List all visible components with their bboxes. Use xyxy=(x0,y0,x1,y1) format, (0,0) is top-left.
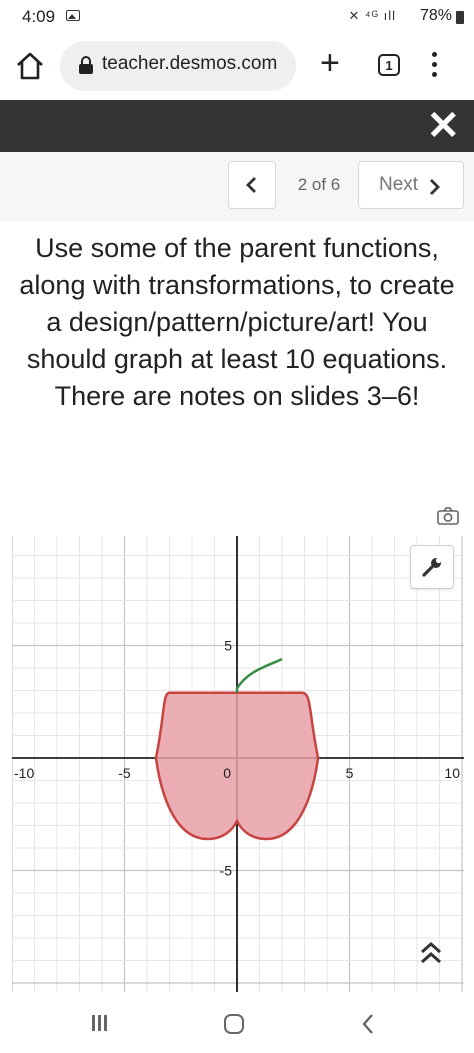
y-tick-label: -5 xyxy=(220,863,233,879)
more-menu-icon[interactable] xyxy=(432,52,438,78)
tab-count-button[interactable]: 1 xyxy=(378,54,400,76)
lock-icon xyxy=(79,56,93,74)
new-tab-plus-icon[interactable]: + xyxy=(320,46,340,80)
chevron-left-icon xyxy=(246,177,256,193)
camera-icon[interactable] xyxy=(437,507,459,525)
x-tick-label: -5 xyxy=(118,765,131,781)
page-indicator: 2 of 6 xyxy=(297,175,341,194)
network-indicators: ✕ ⁴ᴳ ıll xyxy=(348,8,396,23)
back-icon[interactable] xyxy=(360,1012,376,1036)
next-button-label: Next xyxy=(379,174,419,195)
x-tick-label: 5 xyxy=(346,765,354,781)
next-button[interactable]: Next xyxy=(358,161,464,209)
home-icon[interactable] xyxy=(14,50,46,82)
slide-navigation: 2 of 6 Next xyxy=(0,152,474,222)
double-chevron-up-icon[interactable] xyxy=(418,938,444,968)
wrench-icon xyxy=(422,557,442,577)
android-navigation-bar xyxy=(0,998,474,1053)
status-time: 4:09 xyxy=(22,7,56,26)
close-icon[interactable]: ✕ xyxy=(426,106,460,146)
y-tick-label: 5 xyxy=(224,638,232,654)
x-tick-label: 0 xyxy=(223,765,231,781)
graph-settings-button[interactable] xyxy=(410,545,454,589)
previous-button[interactable] xyxy=(228,161,276,209)
graph-canvas[interactable]: -10 -5 0 5 10 5 -5 xyxy=(12,536,464,992)
status-bar: 4:09 ✕ ⁴ᴳ ıll 78% xyxy=(0,0,474,32)
battery-percentage: 78% xyxy=(419,7,452,24)
apple-shape xyxy=(154,691,320,841)
chevron-right-icon xyxy=(430,179,440,195)
x-tick-label: -10 xyxy=(14,765,34,781)
gallery-notification-icon xyxy=(66,10,80,21)
recent-apps-icon[interactable] xyxy=(92,1015,112,1033)
x-tick-label: 10 xyxy=(444,765,460,781)
url-text[interactable]: teacher.desmos.com xyxy=(102,53,277,75)
desmos-graph[interactable]: -10 -5 0 5 10 5 -5 xyxy=(12,536,464,992)
home-button-icon[interactable] xyxy=(224,1014,244,1034)
browser-toolbar: teacher.desmos.com + 1 xyxy=(0,32,474,98)
battery-icon xyxy=(456,11,464,24)
activity-prompt: Use some of the parent functions, along … xyxy=(19,233,455,411)
activity-header-bar: ✕ xyxy=(0,100,474,152)
